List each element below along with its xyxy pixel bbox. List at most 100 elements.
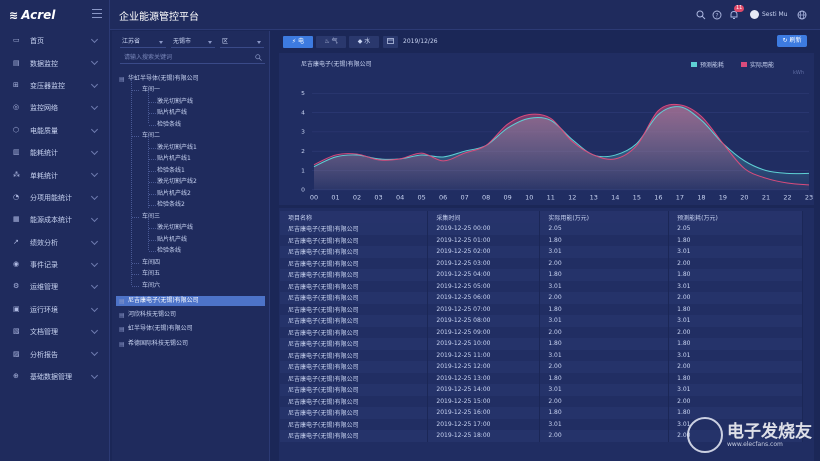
help-icon[interactable]: ? (712, 10, 722, 20)
menu-toggle-icon[interactable] (92, 9, 102, 18)
tree-node[interactable]: 贴片机产线2 (157, 189, 191, 199)
table-cell: 1.80 (539, 234, 670, 246)
sidebar-item[interactable]: ▭ 首页 (0, 30, 109, 52)
table-cell: 尼吉康电子(无锡)有限公司 (280, 430, 429, 442)
search-icon[interactable] (696, 10, 706, 20)
sidebar-item[interactable]: ⚙ 运维管理 (0, 276, 109, 298)
table-cell: 2019-12-25 12:00 (427, 361, 541, 373)
column-header[interactable]: 采集时间 (427, 211, 541, 223)
tree-node[interactable]: ▤ 希德国际科技无锡公司 (119, 339, 188, 349)
sidebar-item-label: 分项用能统计 (30, 193, 72, 202)
sidebar-item[interactable]: ⊕ 基础数据管理 (0, 366, 109, 388)
table-row[interactable]: 尼吉康电子(无锡)有限公司 2019-12-25 01:00 1.80 1.80 (280, 234, 803, 246)
sidebar-item[interactable]: ▨ 分析报告 (0, 343, 109, 365)
column-header[interactable]: 项目名称 (280, 211, 429, 223)
tree-node[interactable]: 车间五 (142, 269, 160, 279)
table-row[interactable]: 尼吉康电子(无锡)有限公司 2019-12-25 05:00 3.01 3.01 (280, 280, 803, 292)
tab-label: 水 (364, 38, 371, 45)
tree-connector (132, 286, 139, 287)
table-row[interactable]: 尼吉康电子(无锡)有限公司 2019-12-25 02:00 3.01 3.01 (280, 246, 803, 258)
tree-node[interactable]: 车间一 (142, 85, 160, 95)
energy-area-chart: 01234500 01 02 03 04 05 06 07 08 09 10 11 12 13 14 15 16… (301, 91, 813, 201)
table-cell: 1.80 (539, 338, 670, 350)
table-row[interactable]: 尼吉康电子(无锡)有限公司 2019-12-25 11:00 3.01 3.01 (280, 349, 803, 361)
tree-node[interactable]: 车间二 (142, 131, 160, 141)
district-select[interactable]: 区 (220, 37, 264, 48)
column-header[interactable]: 预测能耗(万元) (668, 211, 803, 223)
sidebar-item[interactable]: ▥ 能耗统计 (0, 142, 109, 164)
table-cell: 尼吉康电子(无锡)有限公司 (280, 280, 429, 292)
sidebar-item[interactable]: ⬡ 电能质量 (0, 120, 109, 142)
tree-node[interactable]: 检验条线 (157, 246, 181, 256)
table-row[interactable]: 尼吉康电子(无锡)有限公司 2019-12-25 14:00 3.01 3.01 (280, 384, 803, 396)
table-cell: 3.01 (668, 315, 803, 327)
tree-node[interactable]: 激光切割产线2 (157, 177, 197, 187)
table-row[interactable]: 尼吉康电子(无锡)有限公司 2019-12-25 09:00 2.00 2.00 (280, 326, 803, 338)
tree-node[interactable]: 车间三 (142, 212, 160, 222)
table-row[interactable]: 尼吉康电子(无锡)有限公司 2019-12-25 07:00 1.80 1.80 (280, 303, 803, 315)
table-row[interactable]: 尼吉康电子(无锡)有限公司 2019-12-25 00:00 2.05 2.05 (280, 223, 803, 235)
table-row[interactable]: 尼吉康电子(无锡)有限公司 2019-12-25 12:00 2.00 2.00 (280, 361, 803, 373)
tree-node-label: 激光切割产线 (157, 224, 194, 231)
report-icon: ▨ (13, 349, 20, 358)
sidebar-item[interactable]: ⁂ 单耗统计 (0, 164, 109, 186)
city-select[interactable]: 无锡市 (171, 37, 215, 48)
date-picker[interactable]: 2019/12/26 (403, 36, 438, 48)
series-area (314, 104, 809, 190)
sidebar: ≋ Acrel ▭ 首页 ▤ 数据监控 ⊞ 变压器监控 ◎ 监控网络 ⬡ 电能质量 ▥ 能耗统计 ⁂ 单耗… (0, 0, 110, 461)
sidebar-item[interactable]: ▣ 运行环境 (0, 299, 109, 321)
province-select[interactable]: 江苏省 (120, 37, 166, 48)
sidebar-item[interactable]: ◔ 分项用能统计 (0, 187, 109, 209)
tree-node[interactable]: 车间六 (142, 281, 160, 291)
sidebar-item-label: 基础数据管理 (30, 373, 72, 382)
tree-node[interactable]: 车间四 (142, 258, 160, 268)
tab-energy[interactable]: ♨ 气 (316, 36, 346, 48)
tree-node-label: 车间一 (142, 86, 161, 93)
tree-node[interactable]: 检验条线1 (157, 166, 185, 176)
sidebar-item[interactable]: ◉ 事件记录 (0, 254, 109, 276)
tree-search-input[interactable]: 请输入搜索关键词 (120, 52, 265, 64)
table-row[interactable]: 尼吉康电子(无锡)有限公司 2019-12-25 10:00 1.80 1.80 (280, 338, 803, 350)
tree-node[interactable]: ▤ 虹半导体(无锡)有限公司 (119, 324, 193, 334)
tree-node[interactable]: 检验条线 (157, 120, 181, 130)
table-row[interactable]: 尼吉康电子(无锡)有限公司 2019-12-25 08:00 3.01 3.01 (280, 315, 803, 327)
table-row[interactable]: 尼吉康电子(无锡)有限公司 2019-12-25 15:00 2.00 2.00 (280, 395, 803, 407)
tree-node[interactable]: 贴片机产线1 (157, 154, 191, 164)
sidebar-item[interactable]: ▦ 能源成本统计 (0, 209, 109, 231)
tree-node[interactable]: 贴片机产线 (157, 108, 187, 118)
tree-node[interactable]: ▤ 尼吉康电子(无锡)有限公司 (116, 296, 265, 306)
tree-node-label: 尼吉康电子(无锡)有限公司 (128, 297, 199, 304)
table-row[interactable]: 尼吉康电子(无锡)有限公司 2019-12-25 03:00 2.00 2.00 (280, 257, 803, 269)
tree-node-label: 希德国际科技无锡公司 (128, 340, 189, 347)
tree-node[interactable]: 贴片机产线 (157, 235, 187, 245)
calendar-button[interactable] (383, 36, 398, 48)
sidebar-item[interactable]: ◎ 监控网络 (0, 97, 109, 119)
sidebar-item[interactable]: ⊞ 变压器监控 (0, 75, 109, 97)
sidebar-item[interactable]: ▤ 数据监控 (0, 52, 109, 74)
globe-icon[interactable] (797, 10, 807, 20)
tree-connector (148, 136, 149, 208)
tab-energy[interactable]: ◆ 水 (349, 36, 379, 48)
search-icon[interactable] (255, 54, 262, 61)
tree-node[interactable]: 激光切割产线 (157, 223, 193, 233)
chevron-down-icon (208, 41, 212, 44)
tree-connector (132, 90, 139, 91)
table-row[interactable]: 尼吉康电子(无锡)有限公司 2019-12-25 06:00 2.00 2.00 (280, 292, 803, 304)
tree-panel: 江苏省 无锡市 区 请输入搜索关键词 ▤ 华虹半导体(无锡)有限公司 车间一 激光切割… (112, 31, 270, 461)
avatar[interactable] (750, 10, 759, 19)
table-row[interactable]: 尼吉康电子(无锡)有限公司 2019-12-25 13:00 1.80 1.80 (280, 372, 803, 384)
table-cell: 1.80 (539, 372, 670, 384)
tree-node[interactable]: 激光切割产线 (157, 97, 193, 107)
tab-energy[interactable]: ⚡ 电 (283, 36, 313, 48)
tree-node[interactable]: 激光切割产线1 (157, 143, 197, 153)
table-cell: 尼吉康电子(无锡)有限公司 (280, 315, 429, 327)
refresh-button[interactable]: ↻ 刷新 (777, 35, 807, 47)
column-header[interactable]: 实际用能(万元) (539, 211, 670, 223)
sidebar-item[interactable]: ▧ 文档管理 (0, 321, 109, 343)
table-row[interactable]: 尼吉康电子(无锡)有限公司 2019-12-25 04:00 1.80 1.80 (280, 269, 803, 281)
tree-node[interactable]: 检验条线2 (157, 200, 185, 210)
sidebar-item[interactable]: ↗ 绩效分析 (0, 232, 109, 254)
main-content: ⚡ 电 ♨ 气 ◆ 水 2019/12/26 ↻ 刷新 尼吉康电子(无锡)有限公司 … (272, 31, 820, 461)
username[interactable]: Sesti Mu (762, 11, 788, 18)
tree-node[interactable]: ▤ 河欣科技无锡公司 (119, 310, 176, 320)
